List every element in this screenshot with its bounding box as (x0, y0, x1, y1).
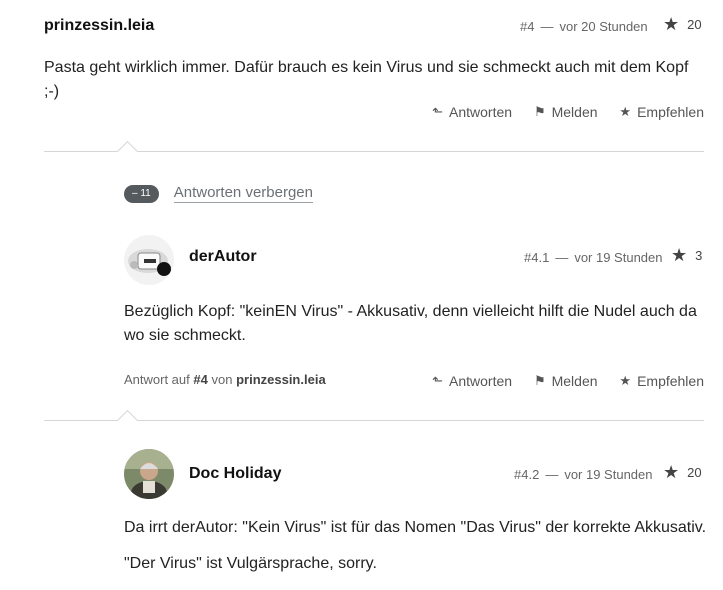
reply-username[interactable]: derAutor (189, 248, 257, 266)
report-label: Melden (551, 373, 598, 389)
star-icon: ★ (619, 104, 632, 119)
reply-meta: #4.1 — vor 19 Stunden (524, 250, 663, 265)
hide-replies-link[interactable]: Antworten verbergen (173, 184, 313, 203)
reply-username[interactable]: Doc Holiday (189, 465, 281, 483)
comment-number[interactable]: #4 (520, 19, 534, 34)
reply-text: Bezüglich Kopf: "keinEN Virus" - Akkusat… (124, 303, 697, 344)
comment-username[interactable]: prinzessin.leia (44, 17, 154, 35)
avatar-image (124, 235, 174, 285)
comment-text: Pasta geht wirklich immer. Dafür brauch … (44, 59, 689, 100)
reply-label: Antworten (449, 104, 513, 120)
star-icon: ★ (663, 14, 680, 34)
reply-text: Da irrt derAutor: "Kein Virus" ist für d… (124, 519, 707, 536)
reply-time[interactable]: vor 19 Stunden (574, 250, 662, 265)
reply-button[interactable]: ⬑ Antworten (432, 373, 512, 389)
divider-caret (116, 409, 139, 432)
flag-icon: ⚑ (533, 104, 546, 119)
divider-caret (116, 140, 139, 163)
reply-time[interactable]: vor 19 Stunden (564, 467, 652, 482)
report-label: Melden (551, 104, 598, 120)
meta-separator: — (540, 19, 554, 34)
reply-ref-prefix: Antwort auf (124, 372, 190, 387)
reply-ref-number[interactable]: #4 (193, 372, 207, 387)
reply-arrow-icon: ⬑ (432, 373, 443, 388)
report-button[interactable]: ⚑ Melden (534, 373, 598, 389)
reply-stars: ★ 3 (671, 246, 702, 264)
star-icon: ★ (671, 245, 688, 265)
reply-actions: ⬑ Antworten ⚑ Melden ★ Empfehlen (432, 372, 704, 389)
report-button[interactable]: ⚑ Melden (534, 104, 598, 120)
reply-ref-user[interactable]: prinzessin.leia (236, 372, 326, 387)
recommend-label: Empfehlen (637, 373, 704, 389)
stars-count: 3 (695, 247, 703, 263)
star-icon: ★ (619, 373, 632, 388)
reply-arrow-icon: ⬑ (432, 104, 443, 119)
meta-separator: — (555, 250, 569, 265)
avatar[interactable] (124, 235, 174, 285)
replies-count-badge[interactable]: – 11 (124, 184, 159, 203)
comment-divider (44, 151, 704, 152)
replies-toggle[interactable]: – 11 Antworten verbergen (124, 184, 313, 203)
avatar-image (124, 449, 174, 499)
reply-stars: ★ 20 (663, 463, 702, 481)
reply-reference: Antwort auf #4 von prinzessin.leia (124, 372, 326, 387)
reply-number[interactable]: #4.1 (524, 250, 549, 265)
reply-text-second: "Der Virus" ist Vulgärsprache, sorry. (124, 555, 377, 572)
flag-icon: ⚑ (533, 373, 546, 388)
avatar[interactable] (124, 449, 174, 499)
reply-divider (44, 420, 704, 421)
recommend-label: Empfehlen (637, 104, 704, 120)
reply-meta: #4.2 — vor 19 Stunden (514, 467, 653, 482)
star-icon: ★ (663, 462, 680, 482)
stars-count: 20 (687, 464, 702, 480)
recommend-button[interactable]: ★ Empfehlen (619, 373, 704, 389)
reply-label: Antworten (449, 373, 513, 389)
reply-button[interactable]: ⬑ Antworten (432, 104, 512, 120)
comment-meta: #4 — vor 20 Stunden (520, 19, 648, 34)
comment-time[interactable]: vor 20 Stunden (559, 19, 647, 34)
comment-actions: ⬑ Antworten ⚑ Melden ★ Empfehlen (432, 103, 704, 120)
stars-count: 20 (687, 16, 702, 32)
reply-ref-from: von (211, 372, 233, 387)
comment-stars: ★ 20 (663, 15, 702, 33)
recommend-button[interactable]: ★ Empfehlen (619, 104, 704, 120)
meta-separator: — (545, 467, 559, 482)
reply-number[interactable]: #4.2 (514, 467, 539, 482)
